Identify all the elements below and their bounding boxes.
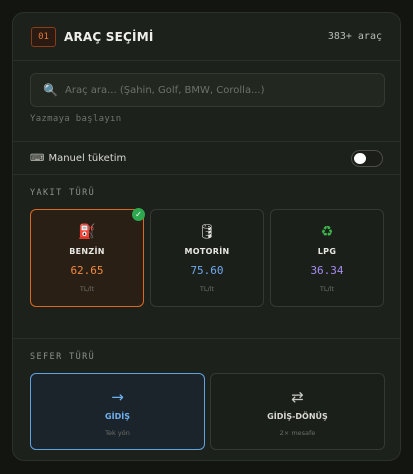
- keyboard-icon: ⌨: [30, 152, 45, 164]
- search-box[interactable]: 🔍: [30, 73, 385, 107]
- fuel-unit: TL/lt: [79, 285, 95, 293]
- recycle-icon: ♻: [320, 224, 334, 240]
- fuel-price: 36.34: [310, 264, 344, 277]
- fuel-price: 62.65: [70, 264, 104, 277]
- card-header: 01 ARAÇ SEÇİMİ 383+ araç: [13, 13, 400, 61]
- fuel-name: BENZİN: [69, 247, 105, 256]
- arrow-right-icon: →: [111, 388, 124, 406]
- trip-subtitle: Tek yön: [105, 429, 130, 437]
- fuel-unit: TL/lt: [319, 285, 335, 293]
- swap-arrows-icon: ⇄: [291, 388, 304, 406]
- trip-type-label: SEFER TÜRÜ: [30, 352, 96, 362]
- fuel-pump-icon: ⛽: [78, 224, 96, 240]
- fuel-type-label: YAKIT TÜRÜ: [30, 188, 96, 198]
- fuel-unit: TL/lt: [199, 285, 215, 293]
- fuel-price: 75.60: [190, 264, 224, 277]
- manual-consumption-toggle[interactable]: [351, 149, 383, 167]
- fuel-option-benzin[interactable]: ✓ ⛽ BENZİN 62.65 TL/lt: [30, 208, 145, 307]
- fuel-option-lpg[interactable]: ♻ LPG 36.34 TL/lt: [270, 209, 384, 307]
- check-icon: ✓: [132, 208, 145, 221]
- oil-drum-icon: 🛢: [198, 224, 216, 240]
- fuel-name: MOTORİN: [184, 247, 230, 256]
- fuel-option-motorin[interactable]: 🛢 MOTORİN 75.60 TL/lt: [150, 209, 264, 307]
- vehicle-selection-card: 01 ARAÇ SEÇİMİ 383+ araç 🔍 Yazmaya başla…: [12, 12, 401, 461]
- manual-consumption-row[interactable]: ⌨ Manuel tüketim: [13, 141, 400, 175]
- fuel-name: LPG: [317, 247, 337, 256]
- trip-subtitle: 2× mesafe: [279, 429, 316, 437]
- search-hint: Yazmaya başlayın: [30, 114, 122, 124]
- manual-consumption-label: Manuel tüketim: [48, 152, 127, 164]
- toggle-knob: [354, 152, 366, 164]
- vehicle-count: 383+ araç: [327, 31, 382, 42]
- card-title: ARAÇ SEÇİMİ: [64, 29, 154, 44]
- trip-name: GİDİŞ-DÖNÜŞ: [267, 412, 328, 421]
- step-badge: 01: [31, 26, 56, 47]
- trip-option-round-trip[interactable]: ⇄ GİDİŞ-DÖNÜŞ 2× mesafe: [210, 373, 385, 450]
- trip-option-one-way[interactable]: → GİDİŞ Tek yön: [30, 373, 205, 450]
- trip-name: GİDİŞ: [105, 412, 130, 421]
- search-icon: 🔍: [43, 83, 58, 97]
- search-input[interactable]: [65, 84, 372, 96]
- section-divider: [13, 338, 400, 339]
